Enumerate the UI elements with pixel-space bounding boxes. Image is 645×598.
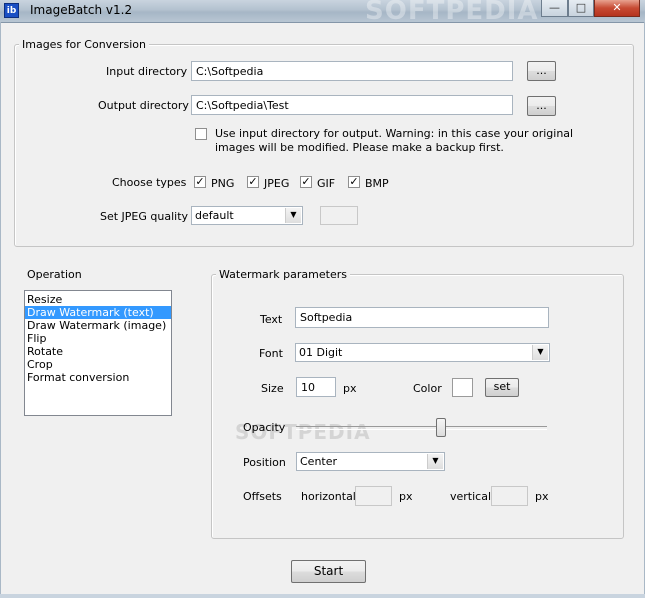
images-group-legend: Images for Conversion [19,38,149,51]
list-item[interactable]: Format conversion [25,371,171,384]
opacity-label: Opacity [243,421,286,434]
chevron-down-icon: ▼ [532,345,548,360]
browse-input-button[interactable]: ... [527,61,556,81]
jpeg-checkbox[interactable]: ✓ [247,176,259,188]
list-item[interactable]: Crop [25,358,171,371]
browse-output-button[interactable]: ... [527,96,556,116]
jpeg-label: JPEG [264,177,290,190]
bmp-label: BMP [365,177,389,190]
minimize-button[interactable]: — [541,0,568,17]
png-checkbox[interactable]: ✓ [194,176,206,188]
choose-types-label: Choose types [112,176,187,189]
watermark-text-field[interactable]: Softpedia [295,307,549,328]
close-button[interactable]: ✕ [594,0,640,17]
text-label: Text [260,313,283,326]
chevron-down-icon: ▼ [285,208,301,223]
size-unit-label: px [343,382,357,395]
app-icon: ib [4,3,19,18]
offsets-label: Offsets [243,490,282,503]
jpeg-quality-select[interactable]: default ▼ [191,206,303,225]
gif-checkbox[interactable]: ✓ [300,176,312,188]
use-input-dir-label: Use input directory for output. Warning:… [215,127,574,154]
font-value: 01 Digit [299,346,343,359]
font-label: Font [259,347,283,360]
operation-list[interactable]: Resize Draw Watermark (text) Draw Waterm… [24,290,172,416]
chevron-down-icon: ▼ [427,454,443,469]
watermark-group-legend: Watermark parameters [216,268,350,281]
opacity-slider-track[interactable] [296,426,547,430]
window-border-bottom [0,594,645,598]
png-label: PNG [211,177,235,190]
position-label: Position [243,456,286,469]
jpeg-quality-field[interactable] [320,206,358,225]
start-button[interactable]: Start [291,560,366,583]
window-title: ImageBatch v1.2 [30,3,133,17]
font-select[interactable]: 01 Digit ▼ [295,343,550,362]
vertical-unit-label: px [535,490,549,503]
use-input-dir-checkbox[interactable] [195,128,207,140]
position-value: Center [300,455,338,468]
set-color-button[interactable]: set [485,378,519,397]
size-label: Size [261,382,284,395]
maximize-button[interactable]: □ [568,0,594,17]
size-field[interactable]: 10 [296,377,336,397]
color-label: Color [413,382,442,395]
horizontal-unit-label: px [399,490,413,503]
list-item[interactable]: Resize [25,293,171,306]
vertical-offset-field[interactable] [491,486,528,506]
window-border-left [0,22,1,597]
color-swatch [452,378,473,397]
list-item[interactable]: Flip [25,332,171,345]
input-directory-label: Input directory [106,65,188,78]
output-directory-label: Output directory [98,99,189,112]
vertical-label: vertical [450,490,492,503]
softpedia-watermark-logo: SOFTPEDIA [365,0,539,26]
output-directory-field[interactable]: C:\Softpedia\Test [191,95,513,115]
input-directory-field[interactable]: C:\Softpedia [191,61,513,81]
opacity-slider-thumb[interactable] [435,418,446,437]
list-item[interactable]: Draw Watermark (image) [25,319,171,332]
operation-label: Operation [27,268,82,281]
jpeg-quality-label: Set JPEG quality [100,210,189,223]
list-item[interactable]: Rotate [25,345,171,358]
position-select[interactable]: Center ▼ [296,452,445,471]
bmp-checkbox[interactable]: ✓ [348,176,360,188]
horizontal-offset-field[interactable] [355,486,392,506]
list-item-selected[interactable]: Draw Watermark (text) [25,306,171,319]
gif-label: GIF [317,177,336,190]
horizontal-label: horizontal [301,490,356,503]
jpeg-quality-value: default [195,209,234,222]
